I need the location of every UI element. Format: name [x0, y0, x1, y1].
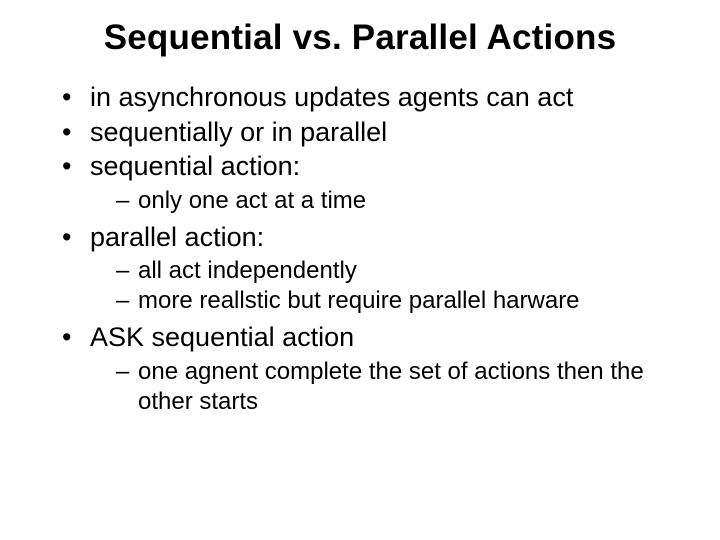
bullet-text: ASK sequential action [90, 322, 354, 352]
list-item: only one act at a time [116, 186, 680, 216]
sub-bullet-list: all act independently more reallstic but… [90, 256, 680, 316]
sub-bullet-text: only one act at a time [138, 187, 366, 214]
list-item: sequential action: only one act at a tim… [62, 149, 680, 216]
list-item: sequentially or in parallel [62, 115, 680, 150]
list-item: in asynchronous updates agents can act [62, 80, 680, 115]
sub-bullet-list: one agnent complete the set of actions t… [90, 357, 680, 417]
list-item: one agnent complete the set of actions t… [116, 357, 680, 417]
sub-bullet-text: one agnent complete the set of actions t… [138, 358, 644, 415]
list-item: all act independently [116, 256, 680, 286]
sub-bullet-text: more reallstic but require parallel harw… [138, 287, 580, 314]
bullet-text: in asynchronous updates agents can act [90, 82, 573, 112]
slide-title: Sequential vs. Parallel Actions [40, 18, 680, 58]
bullet-text: sequentially or in parallel [90, 117, 387, 147]
list-item: more reallstic but require parallel harw… [116, 286, 680, 316]
slide: Sequential vs. Parallel Actions in async… [0, 0, 720, 540]
bullet-text: sequential action: [90, 151, 300, 181]
bullet-text: parallel action: [90, 222, 264, 252]
sub-bullet-text: all act independently [138, 257, 357, 284]
list-item: ASK sequential action one agnent complet… [62, 320, 680, 417]
bullet-list: in asynchronous updates agents can act s… [40, 80, 680, 417]
sub-bullet-list: only one act at a time [90, 186, 680, 216]
list-item: parallel action: all act independently m… [62, 220, 680, 317]
